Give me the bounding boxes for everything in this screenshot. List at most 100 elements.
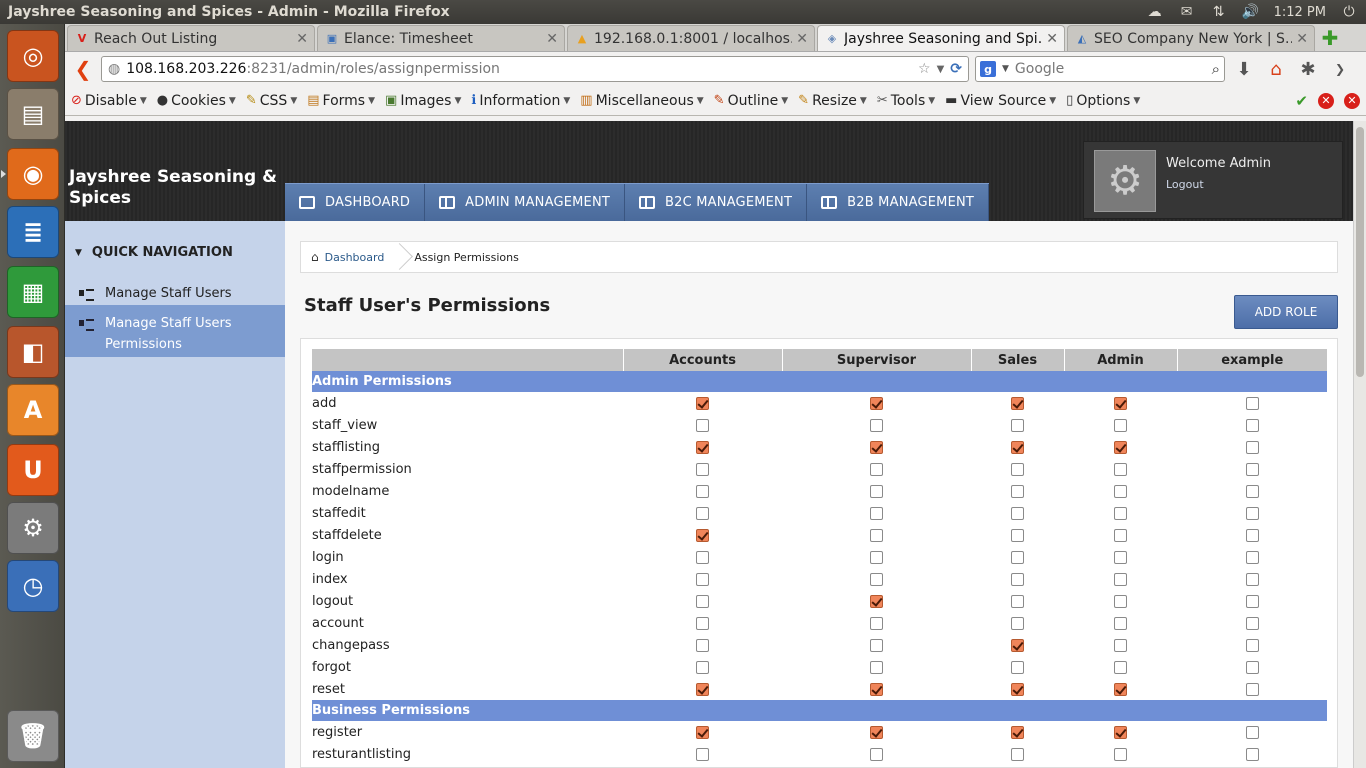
permission-checkbox[interactable] [1011, 725, 1024, 739]
permission-checkbox[interactable] [696, 572, 709, 586]
permission-checkbox[interactable] [1011, 747, 1024, 761]
browser-tab[interactable]: ▣ Elance: Timesheet ✕ [317, 25, 565, 51]
permission-checkbox[interactable] [1245, 506, 1259, 520]
permission-checkbox[interactable] [870, 484, 883, 498]
permission-checkbox[interactable] [870, 638, 883, 652]
devbar-menu-tools[interactable]: ✂ Tools ▼ [877, 93, 935, 109]
permission-checkbox[interactable] [1011, 638, 1024, 652]
chevron-down-icon[interactable]: ▼ [1002, 64, 1009, 74]
close-icon[interactable]: ✕ [296, 31, 308, 47]
firebug-icon[interactable]: ✱ [1295, 56, 1321, 82]
permission-checkbox[interactable] [1114, 747, 1127, 761]
back-button[interactable]: ❮ [71, 57, 95, 81]
nav-tab-dashboard[interactable]: DASHBOARD [285, 184, 426, 221]
search-input[interactable]: Google [1015, 61, 1206, 77]
permission-checkbox[interactable] [1114, 682, 1127, 696]
nav-tab-b2c-management[interactable]: B2C MANAGEMENT [625, 184, 808, 221]
search-bar[interactable]: g ▼ Google ⌕ [975, 56, 1225, 82]
permission-checkbox[interactable] [1245, 747, 1259, 761]
search-icon[interactable]: ⌕ [1212, 60, 1220, 78]
permission-checkbox[interactable] [1011, 528, 1024, 542]
permission-checkbox[interactable] [696, 418, 709, 432]
permission-checkbox[interactable] [1114, 550, 1127, 564]
permission-checkbox[interactable] [870, 396, 883, 410]
permission-checkbox[interactable] [1245, 638, 1259, 652]
cloud-icon[interactable]: ☁ [1146, 4, 1164, 20]
power-icon[interactable]: ⏻ [1340, 4, 1358, 20]
permission-checkbox[interactable] [696, 747, 709, 761]
permission-checkbox[interactable] [1114, 418, 1127, 432]
permission-checkbox[interactable] [1245, 462, 1259, 476]
permission-checkbox[interactable] [1011, 594, 1024, 608]
permission-checkbox[interactable] [1011, 418, 1024, 432]
nav-tab-b2b-management[interactable]: B2B MANAGEMENT [807, 184, 990, 221]
devbar-menu-miscellaneous[interactable]: ▥ Miscellaneous ▼ [580, 93, 703, 109]
browser-tab[interactable]: V Reach Out Listing ✕ [67, 25, 315, 51]
permission-checkbox[interactable] [1245, 682, 1259, 696]
download-icon[interactable]: ⬇ [1231, 56, 1257, 82]
permission-checkbox[interactable] [1114, 462, 1127, 476]
permission-checkbox[interactable] [870, 550, 883, 564]
permission-checkbox[interactable] [1245, 528, 1259, 542]
network-icon[interactable]: ⇅ [1210, 4, 1228, 20]
permission-checkbox[interactable] [696, 484, 709, 498]
permission-checkbox[interactable] [1114, 396, 1127, 410]
google-icon[interactable]: g [980, 61, 996, 77]
permission-checkbox[interactable] [1245, 572, 1259, 586]
quick-navigation-title[interactable]: ▼ QUICK NAVIGATION [75, 245, 233, 260]
url-bar[interactable]: ◍ 108.168.203.226:8231/admin/roles/assig… [101, 56, 969, 82]
permission-checkbox[interactable] [1245, 594, 1259, 608]
page-scrollbar[interactable] [1353, 121, 1366, 768]
devbar-menu-information[interactable]: ℹ Information ▼ [471, 93, 570, 109]
close-icon[interactable]: ✕ [1296, 31, 1308, 47]
permission-checkbox[interactable] [1114, 660, 1127, 674]
close-icon[interactable]: ✕ [796, 31, 808, 47]
launcher-clock-app[interactable]: ◷ [7, 560, 59, 612]
permission-checkbox[interactable] [1114, 506, 1127, 520]
permission-checkbox[interactable] [870, 528, 883, 542]
permission-checkbox[interactable] [1114, 638, 1127, 652]
permission-checkbox[interactable] [1011, 440, 1024, 454]
sidebar-item-manage-staff-users-permissions[interactable]: Manage Staff Users Permissions [65, 305, 285, 357]
breadcrumb-dashboard-link[interactable]: Dashboard [325, 251, 385, 264]
permission-checkbox[interactable] [870, 725, 883, 739]
permission-checkbox[interactable] [1114, 594, 1127, 608]
browser-tab[interactable]: ▲ 192.168.0.1:8001 / localhos… ✕ [567, 25, 815, 51]
permission-checkbox[interactable] [1011, 660, 1024, 674]
permission-checkbox[interactable] [696, 462, 709, 476]
permission-checkbox[interactable] [696, 550, 709, 564]
permission-checkbox[interactable] [870, 616, 883, 630]
launcher-firefox[interactable]: ◉ [1, 148, 59, 200]
permission-checkbox[interactable] [870, 594, 883, 608]
permission-checkbox[interactable] [1245, 616, 1259, 630]
launcher-software-center[interactable]: A [7, 384, 59, 436]
devbar-menu-disable[interactable]: ⊘ Disable ▼ [71, 93, 147, 109]
permission-checkbox[interactable] [1011, 616, 1024, 630]
permission-checkbox[interactable] [1114, 528, 1127, 542]
launcher-calc[interactable]: ▦ [7, 266, 59, 318]
permission-checkbox[interactable] [1114, 484, 1127, 498]
logout-link[interactable]: Logout [1166, 178, 1204, 191]
devbar-menu-options[interactable]: ▯ Options ▼ [1066, 93, 1140, 109]
new-tab-button[interactable]: ✚ [1317, 25, 1343, 51]
permission-checkbox[interactable] [1114, 616, 1127, 630]
add-role-button[interactable]: ADD ROLE [1234, 295, 1338, 329]
permission-checkbox[interactable] [1011, 396, 1024, 410]
home-icon[interactable]: ⌂ [1263, 56, 1289, 82]
permission-checkbox[interactable] [1245, 396, 1259, 410]
mail-icon[interactable]: ✉ [1178, 4, 1196, 20]
permission-checkbox[interactable] [1245, 725, 1259, 739]
devbar-menu-images[interactable]: ▣ Images ▼ [385, 93, 461, 109]
devbar-menu-css[interactable]: ✎ CSS ▼ [246, 93, 297, 109]
permission-checkbox[interactable] [1011, 484, 1024, 498]
permission-checkbox[interactable] [696, 616, 709, 630]
close-icon[interactable]: ✕ [546, 31, 558, 47]
menu-chevron-icon[interactable]: ❯ [1327, 56, 1353, 82]
permission-checkbox[interactable] [696, 594, 709, 608]
permission-checkbox[interactable] [696, 660, 709, 674]
close-icon[interactable]: ✕ [1046, 31, 1058, 47]
permission-checkbox[interactable] [1011, 506, 1024, 520]
error-icon[interactable]: ✕ [1318, 92, 1334, 109]
close-toolbar-icon[interactable]: ✕ [1344, 92, 1360, 109]
permission-checkbox[interactable] [1114, 725, 1127, 739]
